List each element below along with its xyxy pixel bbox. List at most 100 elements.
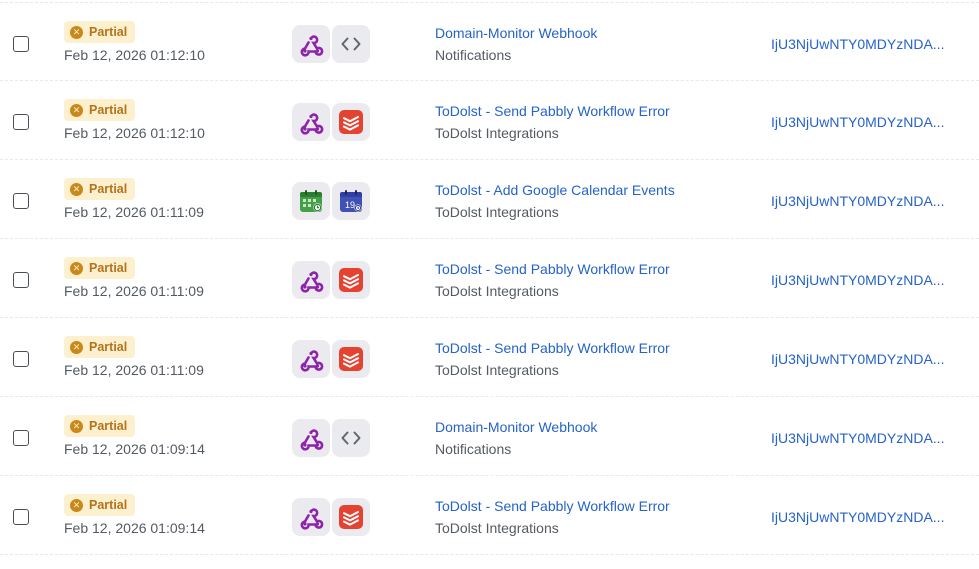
app-tile [332,25,370,63]
task-history-table: ✕ Partial Feb 12, 2026 01:12:10 Domain-M… [0,0,979,569]
app-tile [292,419,330,457]
workflow-folder: ToDolst Integrations [435,283,559,299]
todoist-icon [338,109,364,135]
code-icon [339,32,363,56]
workflow-name-link[interactable]: ToDolst - Send Pabbly Workflow Error [435,103,670,119]
status-label: Partial [89,498,128,512]
x-circle-icon: ✕ [70,419,83,433]
task-id-link[interactable]: IjU3NjUwNTY0MDYzNDA... [771,114,944,130]
status-label: Partial [89,103,128,117]
webhook-icon [298,109,324,135]
calendar-blue-icon: 19 [338,188,364,214]
app-icons [292,498,370,536]
webhook-icon [298,425,324,451]
app-tile [292,25,330,63]
status-label: Partial [89,182,128,196]
app-tile [292,340,330,378]
table-row[interactable]: ✕ Partial Feb 12, 2026 01:11:09 ToDolst … [0,239,979,318]
status-badge: ✕ Partial [64,99,136,121]
table-row[interactable]: ✕ Partial Feb 12, 2026 01:12:10 ToDolst … [0,81,979,160]
calendar-green-icon [298,188,324,214]
task-timestamp: Feb 12, 2026 01:11:09 [64,362,204,378]
workflow-name-link[interactable]: ToDolst - Send Pabbly Workflow Error [435,340,670,356]
row-checkbox[interactable] [13,36,29,52]
task-timestamp: Feb 12, 2026 01:11:09 [64,283,204,299]
app-tile [292,182,330,220]
app-tile: 19 [332,182,370,220]
workflow-name-link[interactable]: ToDolst - Send Pabbly Workflow Error [435,261,670,277]
webhook-icon [298,346,324,372]
status-label: Partial [89,419,128,433]
app-tile [292,103,330,141]
todoist-icon [338,504,364,530]
x-circle-icon: ✕ [70,340,83,354]
task-id-link[interactable]: IjU3NjUwNTY0MDYzNDA... [771,430,944,446]
row-checkbox[interactable] [13,272,29,288]
status-badge: ✕ Partial [64,178,136,200]
webhook-icon [298,31,324,57]
workflow-folder: ToDolst Integrations [435,204,559,220]
app-tile [292,498,330,536]
table-row[interactable]: ✕ Partial Feb 12, 2026 01:11:09 ToDolst … [0,318,979,397]
webhook-icon [298,504,324,530]
status-badge: ✕ Partial [64,494,136,516]
row-checkbox[interactable] [13,193,29,209]
workflow-name-link[interactable]: Domain-Monitor Webhook [435,419,597,435]
webhook-icon [298,267,324,293]
task-id-link[interactable]: IjU3NjUwNTY0MDYzNDA... [771,509,944,525]
app-icons: 19 [292,182,370,220]
table-row[interactable]: ✕ Partial Feb 12, 2026 01:12:10 Domain-M… [0,2,979,81]
workflow-name-link[interactable]: ToDolst - Send Pabbly Workflow Error [435,498,670,514]
status-badge: ✕ Partial [64,415,136,437]
status-label: Partial [89,340,128,354]
task-id-link[interactable]: IjU3NjUwNTY0MDYzNDA... [771,351,944,367]
status-label: Partial [89,25,128,39]
task-timestamp: Feb 12, 2026 01:12:10 [64,125,205,141]
code-icon [339,426,363,450]
app-icons [292,25,370,63]
workflow-folder: ToDolst Integrations [435,362,559,378]
workflow-folder: Notifications [435,47,512,63]
app-tile [332,498,370,536]
x-circle-icon: ✕ [70,25,83,39]
status-badge: ✕ Partial [64,336,136,358]
todoist-icon [338,346,364,372]
x-circle-icon: ✕ [70,182,83,196]
workflow-folder: Notifications [435,441,512,457]
x-circle-icon: ✕ [70,261,83,275]
workflow-name-link[interactable]: ToDolst - Add Google Calendar Events [435,182,675,198]
workflow-folder: ToDolst Integrations [435,520,559,536]
app-tile [292,261,330,299]
app-tile [332,340,370,378]
svg-text:19: 19 [345,200,355,210]
status-label: Partial [89,261,128,275]
todoist-icon [338,267,364,293]
row-checkbox[interactable] [13,114,29,130]
task-timestamp: Feb 12, 2026 01:11:09 [64,204,204,220]
workflow-name-link[interactable]: Domain-Monitor Webhook [435,25,597,41]
app-tile [332,261,370,299]
task-id-link[interactable]: IjU3NjUwNTY0MDYzNDA... [771,193,944,209]
task-timestamp: Feb 12, 2026 01:12:10 [64,47,205,63]
table-row[interactable]: ✕ Partial Feb 12, 2026 01:09:14 ToDolst … [0,476,979,555]
workflow-folder: ToDolst Integrations [435,125,559,141]
task-timestamp: Feb 12, 2026 01:09:14 [64,520,205,536]
task-id-link[interactable]: IjU3NjUwNTY0MDYzNDA... [771,272,944,288]
app-tile [332,103,370,141]
app-tile [332,419,370,457]
x-circle-icon: ✕ [70,103,83,117]
status-badge: ✕ Partial [64,21,136,43]
x-circle-icon: ✕ [70,498,83,512]
table-row[interactable]: ✕ Partial Feb 12, 2026 01:11:09 19 ToDol… [0,160,979,239]
app-icons [292,340,370,378]
table-row[interactable]: ✕ Partial Feb 12, 2026 01:09:14 Domain-M… [0,397,979,476]
row-checkbox[interactable] [13,351,29,367]
row-checkbox[interactable] [13,430,29,446]
status-badge: ✕ Partial [64,257,136,279]
app-icons [292,261,370,299]
app-icons [292,103,370,141]
app-icons [292,419,370,457]
task-timestamp: Feb 12, 2026 01:09:14 [64,441,205,457]
task-id-link[interactable]: IjU3NjUwNTY0MDYzNDA... [771,36,944,52]
row-checkbox[interactable] [13,509,29,525]
